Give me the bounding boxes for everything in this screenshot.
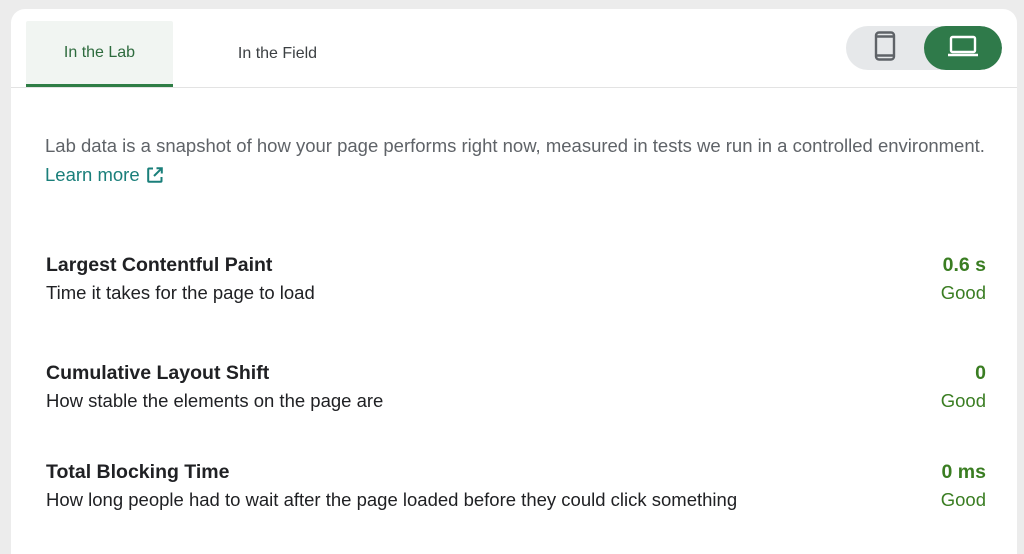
metric-rating: Good <box>940 489 986 510</box>
description-text: Lab data is a snapshot of how your page … <box>45 135 985 156</box>
metric-value: 0.6 s <box>942 254 986 276</box>
tab-label: In the Field <box>237 45 318 62</box>
tab-label: In the Lab <box>63 43 136 61</box>
open-in-new-icon <box>146 163 164 192</box>
metric-title: Cumulative Layout Shift <box>46 362 270 384</box>
metric-cumulative-layout-shift: Cumulative Layout Shift How stable the e… <box>46 362 986 418</box>
metric-rating: Good <box>940 390 986 411</box>
mobile-toggle-button[interactable] <box>846 26 924 70</box>
metric-title: Largest Contentful Paint <box>46 254 273 276</box>
metric-title: Total Blocking Time <box>46 461 230 483</box>
tab-in-the-lab[interactable]: In the Lab <box>26 21 173 87</box>
lab-data-card: In the Lab In the Field Lab data is a sn… <box>11 9 1017 554</box>
tab-in-the-field[interactable]: In the Field <box>200 21 355 87</box>
lab-data-description: Lab data is a snapshot of how your page … <box>45 131 995 192</box>
metric-value: 0 ms <box>941 461 986 483</box>
learn-more-link[interactable]: Learn more <box>45 164 164 185</box>
metric-rating: Good <box>940 282 986 303</box>
metric-description: How stable the elements on the page are <box>46 390 384 411</box>
metric-description: Time it takes for the page to load <box>46 282 315 303</box>
metric-value: 0 <box>975 362 986 384</box>
learn-more-label: Learn more <box>45 164 140 185</box>
metric-largest-contentful-paint: Largest Contentful Paint Time it takes f… <box>46 254 986 310</box>
laptop-icon <box>947 34 979 63</box>
tab-bar: In the Lab In the Field <box>11 9 1017 88</box>
device-toggle <box>846 26 1002 70</box>
desktop-toggle-button[interactable] <box>924 26 1002 70</box>
smartphone-icon <box>874 30 896 66</box>
metric-description: How long people had to wait after the pa… <box>46 489 738 510</box>
metric-total-blocking-time: Total Blocking Time How long people had … <box>46 461 986 517</box>
